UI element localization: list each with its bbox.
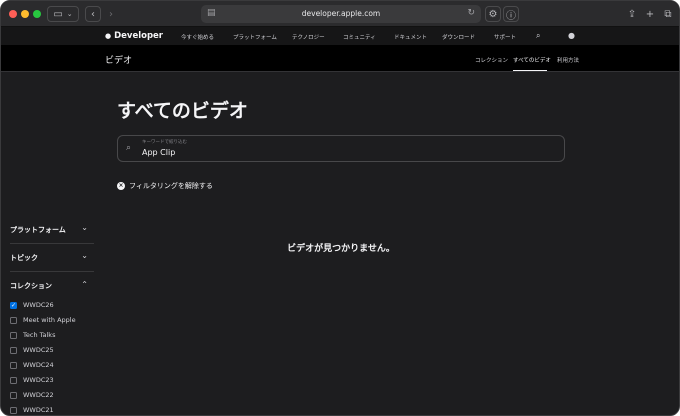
tab-overview-button[interactable]: ⧉ bbox=[661, 6, 675, 22]
checkbox[interactable] bbox=[10, 391, 17, 399]
filter-header-topic[interactable]: トピック ⌄ bbox=[10, 251, 94, 265]
section-title[interactable]: ビデオ bbox=[105, 53, 132, 66]
search-icon[interactable]: ⌕ bbox=[536, 31, 540, 41]
checkbox-label: WWDC26 bbox=[23, 301, 54, 309]
chevron-down-icon: ⌄ bbox=[66, 10, 73, 18]
developer-logo-text: Developer bbox=[114, 31, 163, 41]
chevron-down-icon: ⌄ bbox=[81, 251, 88, 260]
checkbox-label: Meet with Apple bbox=[23, 316, 76, 324]
tab-all-videos[interactable]: すべてのビデオ bbox=[513, 56, 551, 64]
checkbox[interactable] bbox=[10, 331, 17, 339]
nav-item-platforms[interactable]: プラットフォーム bbox=[233, 33, 277, 41]
share-icon: ⇪ bbox=[627, 8, 637, 20]
collection-checkbox-item[interactable]: WWDC23 bbox=[10, 375, 54, 385]
forward-button[interactable]: › bbox=[103, 6, 119, 22]
sidebar-icon: ▭ bbox=[53, 8, 63, 20]
page-title: すべてのビデオ bbox=[117, 100, 248, 122]
minimize-window-button[interactable] bbox=[21, 10, 29, 18]
new-tab-button[interactable]: + bbox=[643, 6, 657, 22]
search-icon: ⌕ bbox=[126, 143, 132, 153]
account-icon[interactable]: ● bbox=[568, 31, 575, 40]
checkbox-label: Tech Talks bbox=[23, 331, 56, 339]
collection-checkbox-item[interactable]: WWDC25 bbox=[10, 345, 54, 355]
empty-results-message: ビデオが見つかりません。 bbox=[287, 244, 395, 254]
tab-how-to[interactable]: 利用方法 bbox=[557, 56, 579, 64]
nav-item-documentation[interactable]: ドキュメント bbox=[394, 33, 427, 41]
collection-checkbox-item[interactable]: Meet with Apple bbox=[10, 315, 76, 325]
filter-title-platform: プラットフォーム bbox=[10, 226, 66, 234]
search-field-label: キーワードで絞り込む bbox=[142, 140, 187, 145]
checkbox[interactable] bbox=[10, 316, 17, 324]
chevron-down-icon: ⌄ bbox=[81, 223, 88, 232]
search-input[interactable]: ⌕ キーワードで絞り込む App Clip bbox=[117, 135, 565, 162]
reload-icon[interactable]: ↻ bbox=[467, 8, 475, 18]
checkbox-label: WWDC24 bbox=[23, 361, 54, 369]
filter-title-topic: トピック bbox=[10, 254, 38, 262]
collection-checkbox-item[interactable]: ✓ WWDC26 bbox=[10, 300, 54, 310]
collection-checkbox-item[interactable]: Tech Talks bbox=[10, 330, 55, 340]
address-bar[interactable]: ▤ developer.apple.com ↻ bbox=[201, 5, 481, 23]
url-text: developer.apple.com bbox=[301, 9, 381, 18]
nav-item-downloads[interactable]: ダウンロード bbox=[442, 33, 475, 41]
back-button[interactable]: ‹ bbox=[85, 6, 101, 22]
tab-collections[interactable]: コレクション bbox=[475, 56, 508, 64]
search-field-value[interactable]: App Clip bbox=[142, 148, 175, 157]
checkbox[interactable]: ✓ bbox=[10, 301, 17, 309]
chevron-left-icon: ‹ bbox=[91, 8, 95, 20]
nav-item-community[interactable]: コミュニティ bbox=[343, 33, 376, 41]
zoom-window-button[interactable] bbox=[33, 10, 41, 18]
close-window-button[interactable] bbox=[9, 10, 17, 18]
collection-checkbox-item[interactable]: WWDC24 bbox=[10, 360, 54, 370]
checkbox[interactable] bbox=[10, 376, 17, 384]
local-nav: ビデオ コレクション すべてのビデオ 利用方法 bbox=[1, 45, 679, 72]
gear-icon: ⚙ bbox=[488, 8, 498, 20]
clear-filters-button[interactable]: × フィルタリングを解除する bbox=[117, 180, 213, 192]
checkbox-label: WWDC25 bbox=[23, 346, 54, 354]
global-nav: ● Developer 今すぐ始める プラットフォーム テクノロジー コミュニテ… bbox=[1, 27, 679, 45]
info-icon: ⓘ bbox=[506, 10, 516, 22]
extension-button[interactable]: ⚙ bbox=[485, 6, 501, 22]
checkbox[interactable] bbox=[10, 406, 17, 414]
apple-logo-icon: ● bbox=[105, 32, 112, 40]
close-circle-icon: × bbox=[117, 182, 125, 190]
checkbox-label: WWDC22 bbox=[23, 391, 54, 399]
checkbox-label: WWDC21 bbox=[23, 406, 54, 414]
chevron-right-icon: › bbox=[109, 8, 113, 20]
tabs-icon: ⧉ bbox=[664, 8, 672, 20]
checkbox[interactable] bbox=[10, 361, 17, 369]
filter-header-collection[interactable]: コレクション ⌃ bbox=[10, 279, 94, 293]
clear-filters-label: フィルタリングを解除する bbox=[129, 182, 213, 190]
filter-divider bbox=[10, 271, 94, 272]
collection-checkbox-item[interactable]: WWDC21 bbox=[10, 405, 54, 415]
filter-divider bbox=[10, 243, 94, 244]
chevron-up-icon: ⌃ bbox=[81, 280, 88, 289]
filter-title-collection: コレクション bbox=[10, 282, 52, 290]
collection-checkbox-item[interactable]: WWDC22 bbox=[10, 390, 54, 400]
checkbox[interactable] bbox=[10, 346, 17, 354]
browser-window: ▭ ⌄ ‹ › ▤ developer.apple.com ↻ ⚙ ⓘ ⇪ + … bbox=[0, 0, 680, 416]
filter-header-platform[interactable]: プラットフォーム ⌄ bbox=[10, 223, 94, 237]
plus-icon: + bbox=[645, 8, 655, 20]
nav-item-support[interactable]: サポート bbox=[494, 33, 516, 41]
nav-item-technologies[interactable]: テクノロジー bbox=[292, 33, 325, 41]
share-button[interactable]: ⇪ bbox=[625, 6, 639, 22]
info-button[interactable]: ⓘ bbox=[503, 6, 519, 22]
nav-item-get-started[interactable]: 今すぐ始める bbox=[181, 33, 214, 41]
sidebar-toggle-button[interactable]: ▭ ⌄ bbox=[47, 6, 79, 22]
browser-toolbar: ▭ ⌄ ‹ › ▤ developer.apple.com ↻ ⚙ ⓘ ⇪ + … bbox=[1, 1, 679, 27]
developer-logo[interactable]: ● Developer bbox=[105, 31, 163, 41]
active-tab-indicator bbox=[513, 70, 547, 71]
checkbox-label: WWDC23 bbox=[23, 376, 54, 384]
